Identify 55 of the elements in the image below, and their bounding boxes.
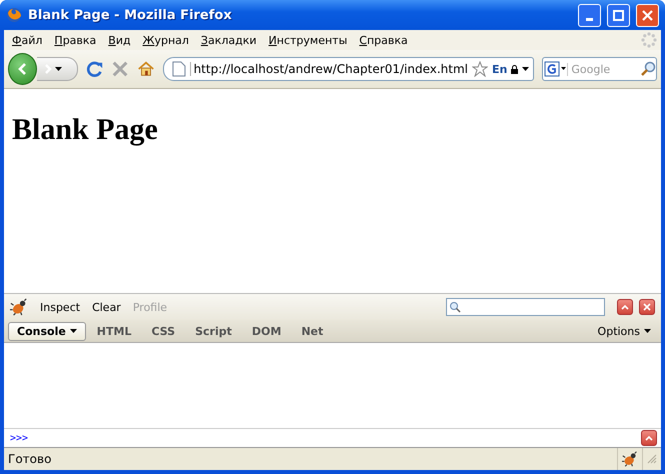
- address-field[interactable]: http://localhost/andrew/Chapter01/index.html En: [162, 57, 534, 81]
- resize-grip-icon[interactable]: [647, 454, 657, 464]
- caret-icon: [70, 329, 77, 333]
- bug-icon[interactable]: [622, 451, 638, 467]
- bug-icon[interactable]: [10, 298, 28, 316]
- maximize-icon: [613, 10, 624, 20]
- status-text: Готово: [7, 452, 52, 466]
- minimize-icon: [586, 18, 593, 20]
- panel-tab[interactable]: HTML: [88, 322, 140, 340]
- arrow-right-icon: [43, 64, 54, 74]
- minimize-button[interactable]: [578, 4, 601, 26]
- url-text: http://localhost/andrew/Chapter01/index.html: [190, 62, 468, 76]
- panel-tab[interactable]: Console: [8, 322, 86, 340]
- throbber-icon: [641, 32, 657, 48]
- language-indicator: En: [492, 62, 508, 76]
- search-icon[interactable]: [640, 61, 656, 77]
- menu-item[interactable]: Справка: [355, 34, 416, 46]
- maximize-button[interactable]: [607, 4, 630, 26]
- options-menu[interactable]: Options: [598, 324, 657, 338]
- star-icon[interactable]: [472, 61, 488, 77]
- toolbar-button[interactable]: Clear: [92, 300, 121, 314]
- panel-tab[interactable]: Net: [292, 322, 332, 340]
- menu-item[interactable]: Инструменты: [264, 34, 356, 46]
- panel-tab[interactable]: CSS: [142, 322, 184, 340]
- chevron-up-icon: [621, 304, 629, 310]
- window-title: Blank Page - Mozilla Firefox: [28, 8, 233, 22]
- page-icon: [172, 61, 186, 77]
- firefox-logo-icon: [6, 7, 22, 23]
- back-button[interactable]: [8, 53, 38, 85]
- panel-tab[interactable]: DOM: [242, 322, 290, 340]
- close-icon: [642, 10, 653, 20]
- menu-item[interactable]: Правка: [50, 34, 104, 46]
- menu-item[interactable]: Файл: [8, 34, 50, 46]
- menu-item[interactable]: Вид: [104, 34, 139, 46]
- menu-item[interactable]: Закладки: [196, 34, 265, 46]
- panel-tab[interactable]: Script: [186, 322, 241, 340]
- reload-icon[interactable]: [86, 59, 104, 79]
- caret-icon: [522, 67, 530, 71]
- toolbar-button[interactable]: Inspect: [40, 300, 80, 314]
- command-prompt: >>>: [10, 432, 30, 444]
- menu-item[interactable]: Журнал: [138, 34, 197, 46]
- caret-icon: [644, 329, 651, 333]
- detach-button[interactable]: [617, 299, 633, 315]
- search-field[interactable]: [446, 298, 605, 316]
- search-icon: [449, 301, 461, 313]
- search-engine-icon[interactable]: [543, 61, 568, 77]
- lock-icon: [511, 64, 518, 74]
- close-button[interactable]: [639, 299, 655, 315]
- home-icon[interactable]: [136, 59, 155, 79]
- close-icon: [643, 303, 651, 311]
- expand-button[interactable]: [641, 430, 657, 446]
- page-heading: Blank Page: [12, 113, 159, 147]
- search-box[interactable]: Google: [542, 57, 658, 81]
- chevron-up-icon: [645, 435, 653, 441]
- caret-icon: [55, 67, 62, 71]
